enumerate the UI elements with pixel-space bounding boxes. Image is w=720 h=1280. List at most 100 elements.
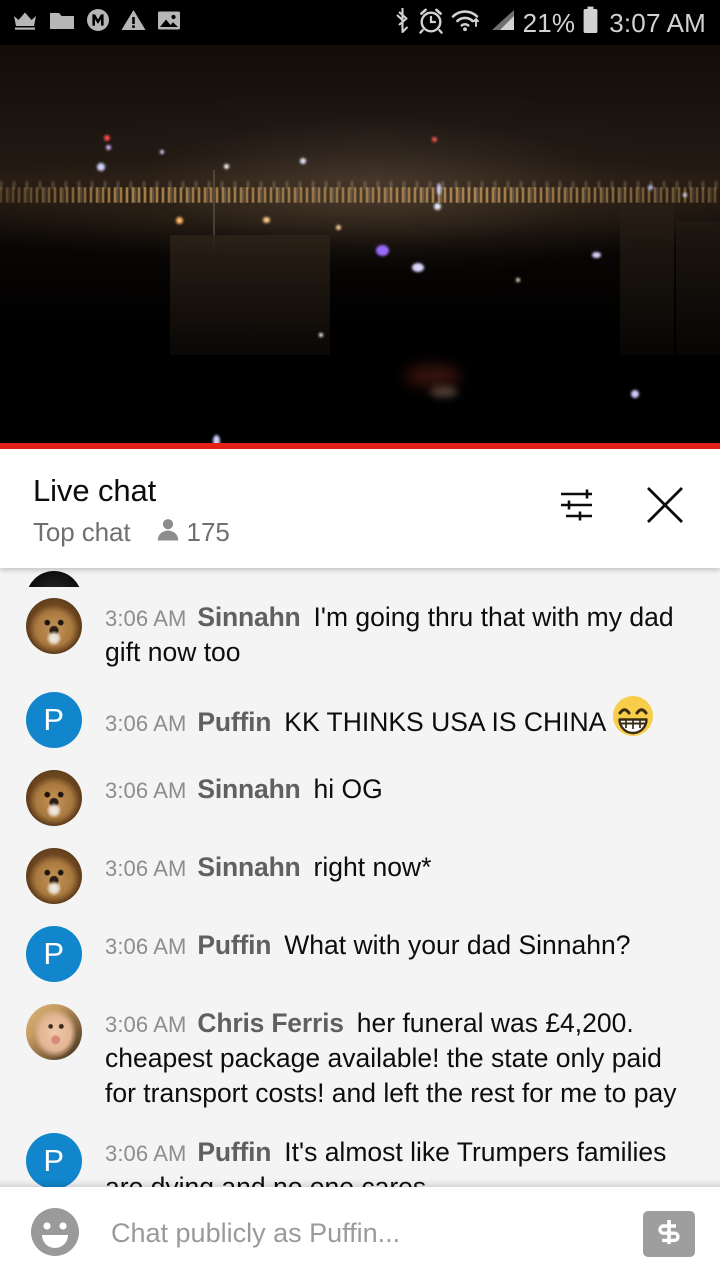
right-building-2 <box>676 221 720 355</box>
light-point <box>263 217 270 223</box>
header-subtitle-row: Top chat 175 <box>33 517 556 548</box>
light-point <box>160 150 164 154</box>
avatar[interactable] <box>26 1003 82 1060</box>
status-bar-notification-icons <box>12 8 181 37</box>
emoji-picker-button[interactable] <box>28 1207 82 1261</box>
message-timestamp: 3:06 AM <box>105 777 187 803</box>
message-author[interactable]: Puffin <box>197 1137 271 1167</box>
list-item[interactable]: 3:06 AM Sinnahn hi OG <box>0 759 720 837</box>
header-action-buttons <box>556 483 698 529</box>
light-point <box>376 245 389 256</box>
message-author[interactable]: Puffin <box>197 707 271 737</box>
page-title: Live chat <box>33 473 157 508</box>
android-status-bar: 21% 3:07 AM <box>0 0 720 45</box>
image-icon <box>157 10 181 36</box>
message-author[interactable]: Sinnahn <box>197 602 300 632</box>
crown-icon <box>12 9 38 36</box>
message-author[interactable]: Chris Ferris <box>197 1008 344 1038</box>
foreground-building <box>170 235 330 355</box>
list-item[interactable]: P 3:06 AM Puffin It's almost like Trumpers… <box>0 1122 720 1187</box>
chat-input-bar <box>0 1187 720 1280</box>
battery-icon <box>582 6 599 39</box>
message-body: 3:06 AM Puffin It's almost like Trumpers f… <box>105 1133 698 1187</box>
light-point <box>592 252 601 258</box>
chat-message-list[interactable]: 3:06 AM Sinnahn I'm going thru that with m… <box>0 568 720 1187</box>
list-item[interactable]: 3:06 AM Sinnahn right now* <box>0 837 720 915</box>
alarm-clock-icon <box>418 7 444 39</box>
list-item[interactable]: 3:06 AM Sinnahn I'm going thru that with m… <box>0 587 720 681</box>
emoji-smiley-icon <box>29 1206 81 1261</box>
chat-input[interactable] <box>111 1218 629 1249</box>
avatar[interactable] <box>26 769 82 826</box>
light-point <box>432 137 437 142</box>
message-body: 3:06 AM Puffin What with your dad Sinnahn? <box>105 926 698 963</box>
message-text: I'm going thru that with my dad gift now… <box>105 602 674 667</box>
light-point <box>104 135 110 141</box>
dollar-sign-icon <box>654 1217 684 1250</box>
wifi-icon <box>451 7 483 38</box>
message-author[interactable]: Sinnahn <box>197 852 300 882</box>
light-point <box>430 387 458 397</box>
light-point <box>516 278 520 282</box>
signal-bars-icon <box>490 8 516 37</box>
light-point <box>97 163 105 171</box>
message-text: right now* <box>313 851 432 882</box>
avatar[interactable] <box>26 598 82 654</box>
list-item[interactable]: 3:06 AM Chris Ferris her funeral was £4,20… <box>0 993 720 1122</box>
light-point <box>106 145 111 150</box>
light-point <box>300 158 306 164</box>
message-timestamp: 3:06 AM <box>105 606 187 631</box>
header-title-group: Live chat Top chat 175 <box>33 473 556 548</box>
message-text: It's almost like Trumpers families are d… <box>105 1136 667 1187</box>
list-item[interactable]: P 3:06 AM Puffin What with your dad Sinnah… <box>0 915 720 993</box>
grinning-face-with-smiling-eyes-icon <box>611 694 655 747</box>
message-body: 3:06 AM Chris Ferris her funeral was £4,20… <box>105 1004 698 1111</box>
avatar[interactable]: P <box>26 925 82 982</box>
message-text: her funeral was £4,200. cheapest package… <box>105 1007 677 1108</box>
list-item[interactable]: P 3:06 AM Puffin KK THINKS USA IS CHINA <box>0 681 720 759</box>
message-timestamp: 3:06 AM <box>105 855 187 881</box>
viewer-count: 175 <box>186 516 230 547</box>
light-point <box>683 193 687 197</box>
message-author[interactable]: Puffin <box>197 930 271 960</box>
avatar[interactable]: P <box>26 1132 82 1187</box>
light-point <box>412 263 424 272</box>
light-point <box>336 225 341 230</box>
message-body: 3:06 AM Sinnahn I'm going thru that with m… <box>105 598 698 670</box>
video-frame-night-cityscape <box>0 45 720 449</box>
close-chat-button[interactable] <box>642 483 688 529</box>
status-bar-system-icons: 21% 3:07 AM <box>394 6 706 39</box>
avatar-initial: P <box>43 701 65 737</box>
close-icon <box>644 484 686 529</box>
avatar-initial: P <box>43 935 65 971</box>
avatar[interactable]: P <box>26 691 82 748</box>
youtube-live-chat-screen: 21% 3:07 AM Live chat Top chat 175 3:06 … <box>0 0 720 1280</box>
warning-triangle-icon <box>121 9 146 36</box>
status-bar-clock: 3:07 AM <box>609 7 706 38</box>
live-chat-header: Live chat Top chat 175 <box>0 449 720 568</box>
avatar[interactable] <box>26 847 82 904</box>
right-building-1 <box>620 205 674 355</box>
m-circle-icon <box>86 8 110 37</box>
folder-icon <box>49 10 75 36</box>
city-light-band <box>0 187 720 203</box>
super-chat-button[interactable] <box>643 1210 695 1257</box>
message-body: 3:06 AM Sinnahn hi OG <box>105 770 698 807</box>
light-point <box>224 164 229 169</box>
light-point <box>176 217 183 224</box>
chat-mode-label[interactable]: Top chat <box>33 517 131 548</box>
chat-settings-button[interactable] <box>556 483 602 529</box>
message-body: 3:06 AM Sinnahn right now* <box>105 848 698 885</box>
light-point <box>631 390 639 398</box>
message-timestamp: 3:06 AM <box>105 1011 187 1037</box>
light-point <box>405 365 461 387</box>
battery-percent-label: 21% <box>522 7 576 38</box>
avatar[interactable] <box>26 571 82 587</box>
video-player[interactable] <box>0 45 720 449</box>
message-author[interactable]: Sinnahn <box>197 774 300 804</box>
light-point <box>437 183 441 195</box>
list-item[interactable] <box>0 571 720 587</box>
tune-sliders-icon <box>558 486 600 527</box>
message-text: What with your dad Sinnahn? <box>284 929 631 960</box>
light-point <box>319 333 323 337</box>
